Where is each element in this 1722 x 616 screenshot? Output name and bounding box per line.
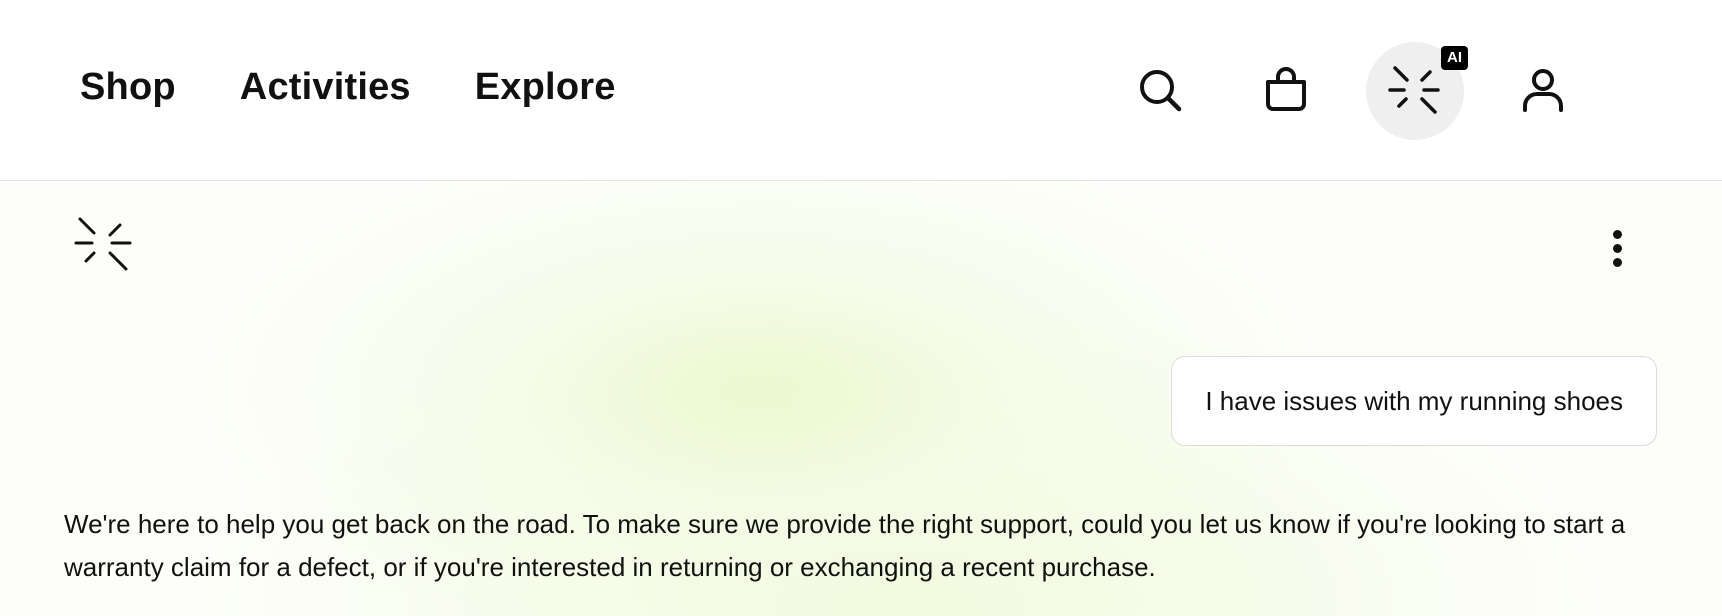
main-nav: Shop Activities Explore bbox=[80, 66, 616, 109]
nav-link-shop[interactable]: Shop bbox=[80, 66, 176, 109]
sparkle-icon bbox=[1388, 66, 1440, 114]
search-button[interactable] bbox=[1136, 66, 1184, 114]
search-icon bbox=[1140, 70, 1182, 112]
chat-logo bbox=[72, 215, 136, 279]
nav-link-activities[interactable]: Activities bbox=[240, 66, 411, 109]
assistant-message: We're here to help you get back on the r… bbox=[64, 509, 1626, 582]
chat-options-button[interactable] bbox=[1600, 225, 1636, 273]
more-vertical-icon bbox=[1613, 230, 1622, 239]
cart-button[interactable] bbox=[1262, 66, 1310, 114]
user-icon bbox=[1523, 69, 1563, 112]
shopping-bag-icon bbox=[1266, 67, 1306, 111]
page: Shop Activities Explore AI I have issues… bbox=[0, 0, 1722, 616]
ai-chat-panel: I have issues with my running shoes We'r… bbox=[0, 181, 1722, 616]
user-message-bubble: I have issues with my running shoes bbox=[1171, 356, 1657, 446]
ai-badge: AI bbox=[1441, 46, 1468, 70]
nav-link-explore[interactable]: Explore bbox=[475, 66, 616, 109]
top-navigation-bar: Shop Activities Explore AI bbox=[0, 0, 1722, 181]
sparkle-logo-icon bbox=[74, 217, 132, 271]
account-button[interactable] bbox=[1519, 66, 1567, 114]
